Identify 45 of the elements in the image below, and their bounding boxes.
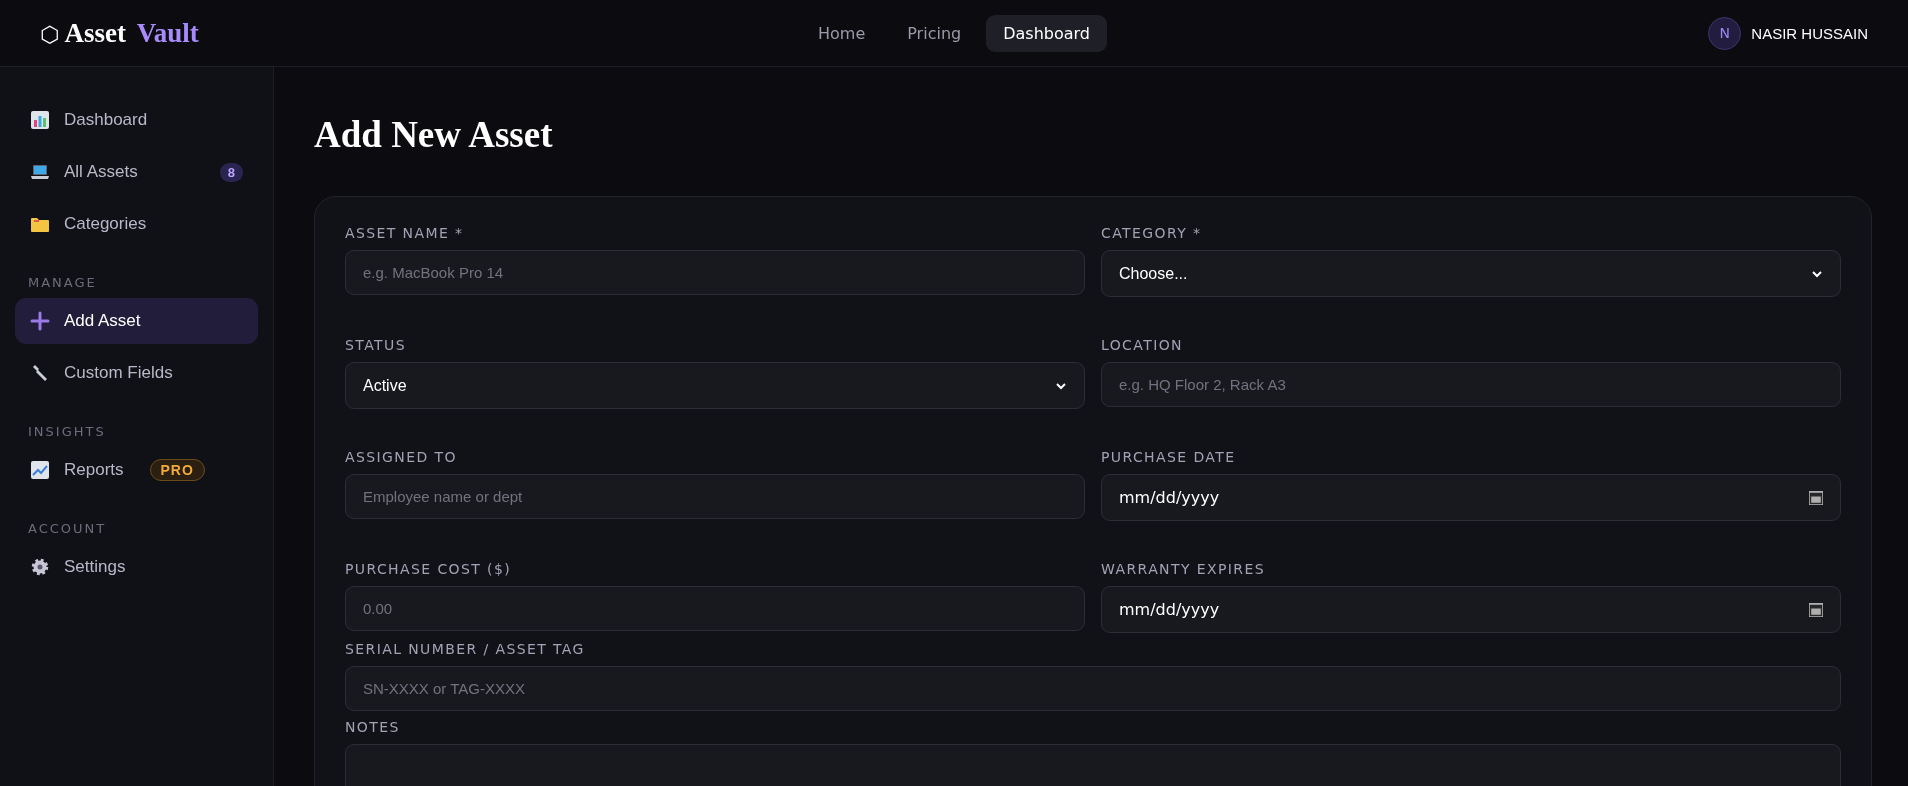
line-chart-icon <box>30 460 50 480</box>
input-field[interactable]: e.g. MacBook Pro 14 <box>345 250 1085 295</box>
calendar-icon <box>1809 490 1823 505</box>
field-label: NOTES <box>345 719 401 735</box>
field-label: ASSIGNED TO <box>345 449 458 465</box>
input-field[interactable]: e.g. HQ Floor 2, Rack A3 <box>1101 362 1841 407</box>
select-field[interactable]: Active <box>345 362 1085 409</box>
calendar-icon <box>1809 602 1823 617</box>
sidebar-item[interactable]: Custom Fields <box>15 350 258 396</box>
field-label: WARRANTY EXPIRES <box>1101 561 1266 577</box>
date-field[interactable]: mm/dd/yyyy <box>1101 586 1841 633</box>
user-name: NASIR HUSSAIN <box>1751 24 1868 42</box>
laptop-icon <box>30 162 50 182</box>
nav-link[interactable]: Dashboard <box>986 14 1107 52</box>
date-field[interactable]: mm/dd/yyyy <box>1101 474 1841 521</box>
field-label: LOCATION <box>1101 337 1184 353</box>
count-badge: 8 <box>219 162 243 182</box>
sidebar-item[interactable]: Add Asset <box>15 298 258 344</box>
bar-chart-icon <box>30 110 50 130</box>
brand-logo[interactable]: ⬡ Asset Vault <box>40 17 420 49</box>
sidebar-item[interactable]: Categories <box>15 201 258 247</box>
field-label: CATEGORY * <box>1101 225 1203 241</box>
sidebar-item[interactable]: Dashboard <box>15 97 258 143</box>
sidebar-item[interactable]: All Assets 8 <box>15 149 258 195</box>
field-label: PURCHASE COST ($) <box>345 561 513 577</box>
input-field[interactable]: Employee name or dept <box>345 474 1085 519</box>
section-heading: INSIGHTS <box>28 424 107 439</box>
input-field[interactable]: 0.00 <box>345 586 1085 631</box>
field-label: STATUS <box>345 337 407 353</box>
nav-link[interactable]: Home <box>801 14 883 52</box>
sidebar-item[interactable]: Settings <box>15 544 258 590</box>
plus-icon <box>30 311 50 331</box>
select-field[interactable]: Choose... <box>1101 250 1841 297</box>
page-title: Add New Asset <box>314 113 554 156</box>
field-label: PURCHASE DATE <box>1101 449 1237 465</box>
section-heading: MANAGE <box>28 275 98 290</box>
field-label: SERIAL NUMBER / ASSET TAG <box>345 641 586 657</box>
section-heading: ACCOUNT <box>28 521 108 536</box>
input-field[interactable]: SN-XXXX or TAG-XXXX <box>345 666 1841 711</box>
nav-link[interactable]: Pricing <box>890 14 979 52</box>
pro-tag: PRO <box>149 459 205 481</box>
settings-icon <box>30 557 50 577</box>
user-avatar[interactable]: N <box>1708 16 1742 50</box>
sidebar-item[interactable]: Reports PRO <box>15 447 258 493</box>
field-label: ASSET NAME * <box>345 225 465 241</box>
